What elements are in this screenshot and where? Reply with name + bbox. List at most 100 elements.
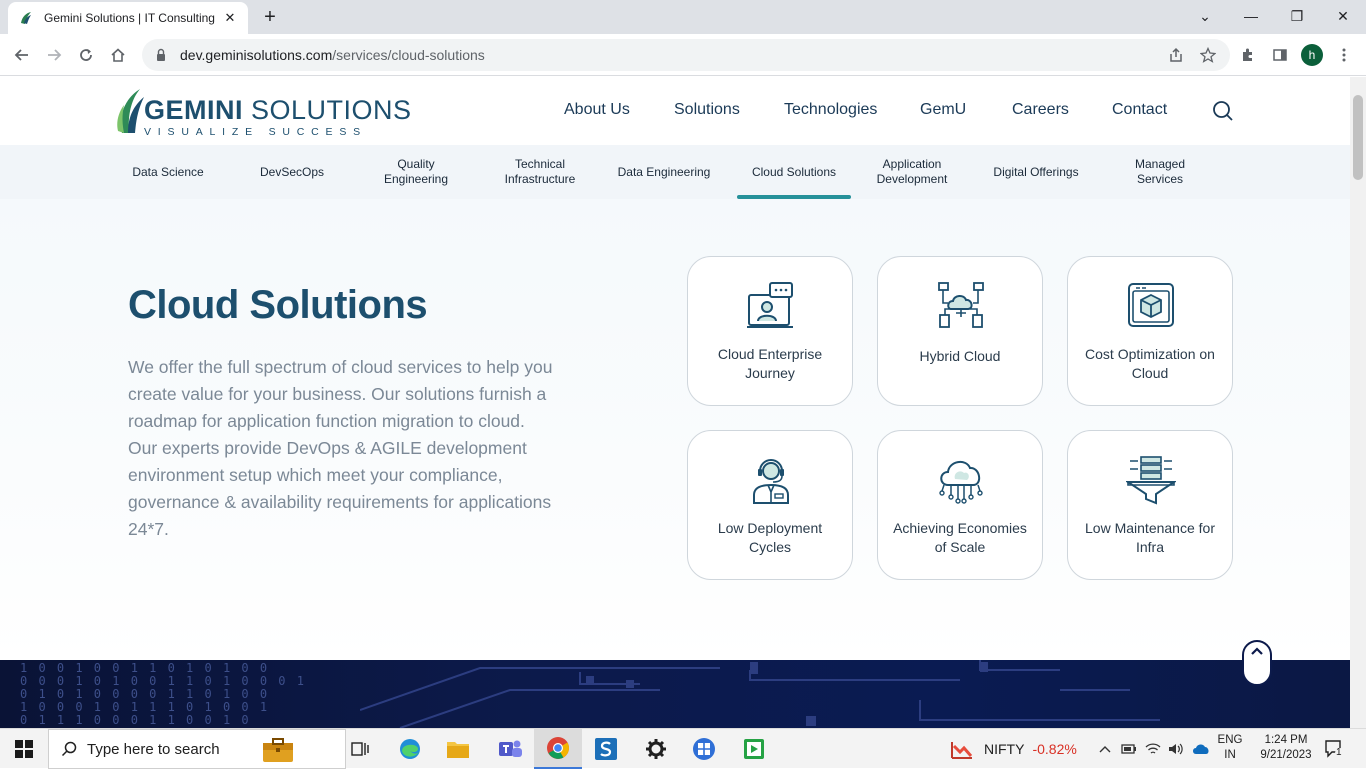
taskbar-search-box[interactable]: Type here to search [48,729,346,769]
tab-title: Gemini Solutions | IT Consulting [44,11,215,25]
scrollbar-thumb[interactable] [1353,95,1363,180]
gemini-favicon-icon [21,12,31,24]
address-bar[interactable]: dev.geminisolutions.com/services/cloud-s… [142,39,1230,71]
card-label: Cost Optimization on Cloud [1085,346,1215,381]
subnav-cloud-solutions[interactable]: Cloud Solutions [737,145,851,199]
subnav-devsecops[interactable]: DevSecOps [230,145,354,199]
card-low-deployment-cycles[interactable]: Low Deployment Cycles [687,430,853,580]
card-low-maintenance[interactable]: Low Maintenance for Infra [1067,430,1233,580]
notification-count: 1 [1336,747,1342,758]
close-window-button[interactable]: ✕ [1320,0,1366,32]
chevron-up-icon [1251,647,1263,655]
ticker-change: -0.82% [1032,741,1077,757]
url-path: /services/cloud-solutions [332,47,485,63]
page-scrollbar[interactable] [1350,77,1366,728]
side-panel-icon[interactable] [1266,41,1294,69]
share-icon[interactable] [1162,41,1190,69]
gemini-logo[interactable]: GEMINI SOLUTIONS VISUALIZE SUCCESS [116,85,411,138]
browser-tab-strip: Gemini Solutions | IT Consulting ✕ + ⌄ —… [0,0,1366,34]
card-label: Achieving Economies of Scale [893,520,1027,555]
card-label: Low Deployment Cycles [717,520,823,555]
stock-chart-icon [951,742,973,759]
subnav-data-science[interactable]: Data Science [106,145,230,199]
logo-tagline: VISUALIZE SUCCESS [144,126,367,138]
url-host: dev.geminisolutions.com [180,47,333,63]
scroll-to-top-button[interactable] [1242,640,1272,686]
back-icon[interactable] [8,41,36,69]
subnav-managed-services[interactable]: Managed Services [1098,145,1222,199]
card-label: Hybrid Cloud [919,348,1001,364]
media-player-icon[interactable] [730,729,778,769]
wifi-icon[interactable] [1144,740,1162,758]
web-page: GEMINI SOLUTIONS VISUALIZE SUCCESS About… [0,77,1350,728]
app-grid-icon[interactable] [680,729,728,769]
leaf-logo-icon [117,89,144,133]
battery-icon[interactable] [1120,740,1138,758]
tab-search-icon[interactable]: ⌄ [1182,0,1228,32]
nav-technologies[interactable]: Technologies [784,101,877,119]
restore-button[interactable]: ❐ [1274,0,1320,32]
tray-chevron-up-icon[interactable] [1096,740,1114,758]
notification-center-icon[interactable]: 1 [1324,739,1346,759]
cube-monitor-icon [1128,283,1174,327]
task-view-icon[interactable] [336,729,384,769]
system-clock[interactable]: 1:24 PM 9/21/2023 [1254,733,1318,763]
subnav-data-engineering[interactable]: Data Engineering [602,145,726,199]
forward-icon[interactable] [40,41,68,69]
stock-ticker-widget[interactable]: NIFTY -0.82% [950,729,1077,769]
card-label: Low Maintenance for Infra [1085,520,1215,555]
start-button[interactable] [0,729,48,769]
site-search-icon[interactable] [1212,100,1234,122]
volume-icon[interactable] [1166,740,1184,758]
input-language-indicator[interactable]: ENG IN [1216,733,1244,763]
subnav-application-development[interactable]: Application Development [850,145,974,199]
cloud-network-icon [939,460,983,504]
home-icon[interactable] [104,41,132,69]
browser-tab[interactable]: Gemini Solutions | IT Consulting ✕ [8,2,248,34]
search-icon [61,741,77,757]
card-economies-of-scale[interactable]: Achieving Economies of Scale [877,430,1043,580]
circuit-lines-decoration [360,660,1160,728]
chrome-taskbar-icon[interactable] [534,729,582,769]
settings-gear-icon[interactable] [632,729,680,769]
new-tab-button[interactable]: + [256,5,284,29]
hero-description: We offer the full spectrum of cloud serv… [128,357,553,539]
nav-contact[interactable]: Contact [1112,101,1167,119]
app-s-icon[interactable] [582,729,630,769]
card-cost-optimization[interactable]: Cost Optimization on Cloud [1067,256,1233,406]
ticker-name: NIFTY [984,741,1025,757]
card-label: Cloud Enterprise Journey [717,346,823,381]
card-cloud-enterprise-journey[interactable]: Cloud Enterprise Journey [687,256,853,406]
page-title: Cloud Solutions [128,283,428,327]
nav-about-us[interactable]: About Us [564,101,630,119]
reload-icon[interactable] [72,41,100,69]
file-explorer-icon[interactable] [434,729,482,769]
chrome-menu-icon[interactable] [1330,41,1358,69]
subnav-technical-infrastructure[interactable]: Technical Infrastructure [478,145,602,199]
logo-wordmark: GEMINI SOLUTIONS [144,95,412,125]
windows-taskbar: Type here to search NIFTY -0.82% ENG IN … [0,728,1366,769]
clock-time: 1:24 PM [1264,734,1308,746]
nav-careers[interactable]: Careers [1012,101,1069,119]
edge-browser-icon[interactable] [386,729,434,769]
minimize-button[interactable]: — [1228,0,1274,32]
card-hybrid-cloud[interactable]: Hybrid Cloud [877,256,1043,406]
nav-solutions[interactable]: Solutions [674,101,740,119]
briefcase-icon [263,738,293,762]
nav-gemu[interactable]: GemU [920,101,966,119]
taskbar-search-placeholder: Type here to search [87,740,220,758]
binary-pattern: 1 0 0 1 0 0 1 1 0 1 0 1 0 0 0 0 0 1 0 1 … [20,661,306,727]
clock-date: 9/21/2023 [1260,749,1312,761]
bookmark-star-icon[interactable] [1194,41,1222,69]
browser-toolbar: dev.geminisolutions.com/services/cloud-s… [0,34,1366,76]
tech-banner: 1 0 0 1 0 0 1 1 0 1 0 1 0 0 0 0 0 1 0 1 … [0,660,1350,728]
subnav-quality-engineering[interactable]: Quality Engineering [354,145,478,199]
profile-avatar[interactable]: h [1301,44,1323,66]
hero-section: Cloud Solutions We offer the full spectr… [0,199,1350,660]
onedrive-cloud-icon[interactable] [1192,740,1210,758]
tab-close-icon[interactable]: ✕ [222,10,238,26]
teams-icon[interactable] [486,729,534,769]
extensions-icon[interactable] [1234,41,1262,69]
windows-logo-icon [15,740,33,758]
subnav-digital-offerings[interactable]: Digital Offerings [974,145,1098,199]
